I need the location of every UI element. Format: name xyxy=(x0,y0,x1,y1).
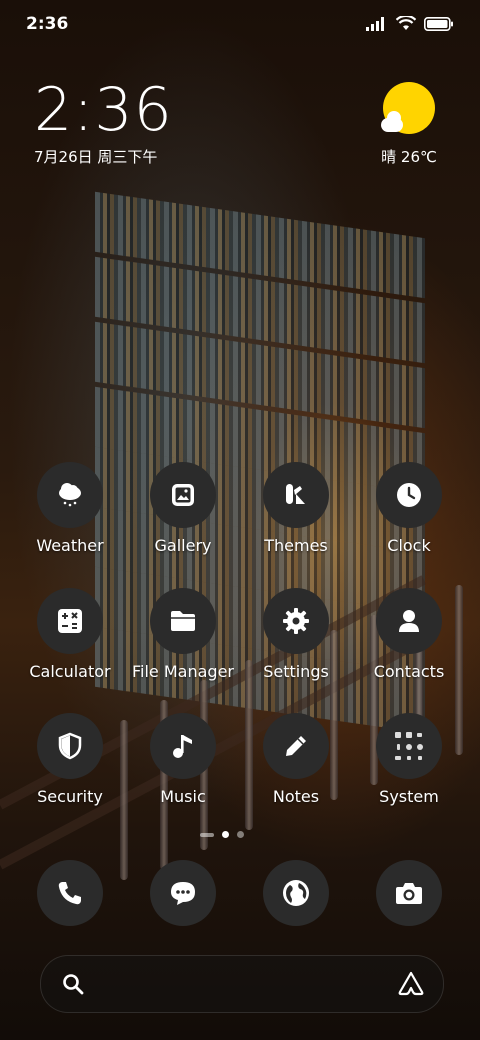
app-notes[interactable]: Notes xyxy=(240,713,352,806)
camera-icon[interactable] xyxy=(376,860,442,926)
app-clock[interactable]: Clock xyxy=(353,462,465,555)
music-note-icon xyxy=(150,713,216,779)
app-label: File Manager xyxy=(132,662,234,681)
weather-widget[interactable]: 晴 26℃ xyxy=(374,82,444,167)
app-label: Gallery xyxy=(154,536,212,555)
app-file-manager[interactable]: File Manager xyxy=(127,588,239,681)
app-label: Security xyxy=(37,787,103,806)
calculator-icon xyxy=(37,588,103,654)
app-system-folder[interactable]: System xyxy=(353,713,465,806)
app-label: Contacts xyxy=(373,662,445,681)
page-indicator[interactable] xyxy=(200,831,244,838)
clock-icon xyxy=(376,462,442,528)
search-icon xyxy=(63,974,84,995)
pencil-icon xyxy=(263,713,329,779)
app-contacts[interactable]: Contacts xyxy=(353,588,465,681)
app-label: Notes xyxy=(272,787,320,806)
app-gallery[interactable]: Gallery xyxy=(127,462,239,555)
app-label: Music xyxy=(160,787,206,806)
phone-icon[interactable] xyxy=(37,860,103,926)
gallery-icon xyxy=(150,462,216,528)
folder-grid-icon xyxy=(376,713,442,779)
wifi-icon xyxy=(396,16,416,30)
app-label: Calculator xyxy=(29,662,111,681)
clock-widget[interactable]: 2:36 7月26日 周三下午 xyxy=(34,78,173,167)
folder-icon xyxy=(150,588,216,654)
app-themes[interactable]: Themes xyxy=(240,462,352,555)
app-label: Settings xyxy=(263,662,329,681)
gear-icon xyxy=(263,588,329,654)
browser-globe-icon[interactable] xyxy=(263,860,329,926)
message-icon[interactable] xyxy=(150,860,216,926)
app-label: System xyxy=(379,787,439,806)
app-label: Clock xyxy=(387,536,431,555)
contacts-icon xyxy=(376,588,442,654)
page-dot-active xyxy=(222,831,229,838)
status-bar: 2:36 xyxy=(0,0,480,52)
app-label: Themes xyxy=(264,536,328,555)
app-settings[interactable]: Settings xyxy=(240,588,352,681)
app-label: Weather xyxy=(36,536,104,555)
page-dot xyxy=(237,831,244,838)
sunny-weather-icon xyxy=(381,82,435,134)
app-weather[interactable]: Weather xyxy=(14,462,126,555)
widget-clock-time: 2:36 xyxy=(34,75,173,145)
themes-icon xyxy=(263,462,329,528)
app-music[interactable]: Music xyxy=(127,713,239,806)
app-security[interactable]: Security xyxy=(14,713,126,806)
app-calculator[interactable]: Calculator xyxy=(14,588,126,681)
battery-icon xyxy=(424,16,453,31)
widget-date: 7月26日 周三下午 xyxy=(34,148,158,166)
widget-temperature: 晴 26℃ xyxy=(381,148,437,166)
search-bar[interactable] xyxy=(40,955,444,1013)
assistant-icon[interactable] xyxy=(397,970,425,996)
weather-icon xyxy=(37,462,103,528)
page-indicator-bar xyxy=(200,832,214,837)
shield-icon xyxy=(37,713,103,779)
signal-icon xyxy=(366,16,384,31)
status-time: 2:36 xyxy=(26,14,69,34)
